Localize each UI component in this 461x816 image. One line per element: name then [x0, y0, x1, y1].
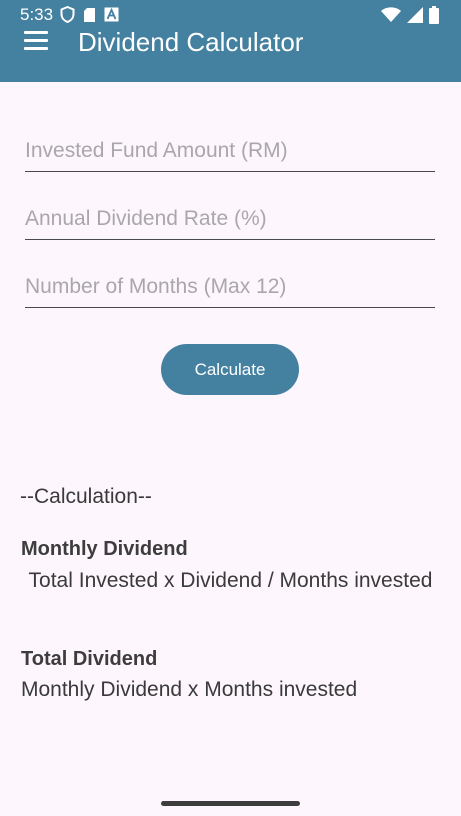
calculation-header: --Calculation--	[20, 485, 152, 508]
top-app-bar: 5:33 Dividend Calculator	[0, 0, 461, 82]
app-bar: Dividend Calculator	[0, 22, 461, 62]
menu-icon[interactable]	[24, 31, 48, 51]
wifi-icon	[381, 7, 401, 22]
calculate-button[interactable]: Calculate	[161, 344, 299, 395]
signal-icon	[407, 7, 423, 23]
home-indicator[interactable]	[161, 801, 300, 806]
invested-fund-input[interactable]	[25, 131, 435, 172]
dividend-rate-input[interactable]	[25, 199, 435, 240]
months-input[interactable]	[25, 267, 435, 308]
status-left-icons	[60, 6, 119, 23]
monthly-dividend-title: Monthly Dividend	[21, 538, 188, 560]
total-dividend-formula: Monthly Dividend x Months invested	[21, 678, 358, 701]
shield-icon	[60, 6, 75, 23]
page-title: Dividend Calculator	[78, 27, 304, 57]
font-a-icon	[104, 7, 119, 22]
total-dividend-title: Total Dividend	[21, 648, 158, 670]
sd-card-icon	[84, 7, 95, 22]
monthly-dividend-formula: Total Invested x Dividend / Months inves…	[28, 569, 433, 592]
